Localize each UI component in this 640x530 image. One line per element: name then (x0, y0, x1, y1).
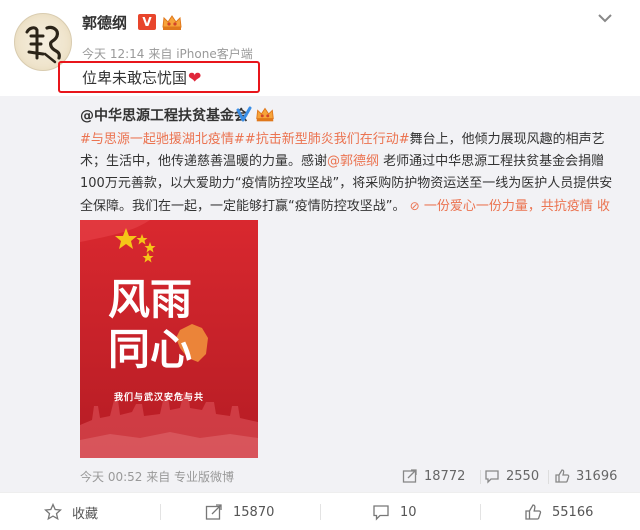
avatar[interactable] (14, 13, 72, 71)
original-post: 郭德纲 V 今天 12:14 来自 iPhone客户端 位卑未敢忘忧国❤ (0, 0, 640, 96)
heart-icon: ❤ (188, 68, 202, 87)
hashtag-link[interactable]: #抗击新型肺炎我们在行动# (245, 132, 410, 147)
post-meta: 今天 12:14 来自 iPhone客户端 (82, 45, 257, 62)
post-source: 来自 iPhone客户端 (148, 47, 253, 61)
action-bar: 收藏 15870 10 55166 (0, 492, 640, 530)
comment-icon (485, 470, 499, 484)
calligraphy-avatar-icon (25, 25, 61, 64)
comment-icon (373, 505, 389, 521)
blue-verified-icon (236, 106, 252, 122)
divider (480, 470, 481, 484)
divider (160, 504, 161, 520)
favorite-label: 收藏 (72, 506, 99, 522)
topic-link[interactable]: 一份爱心一份力量，共抗疫情 (424, 199, 593, 214)
poster-subtitle: 我们与武汉安危与共 (114, 393, 205, 403)
thumbs-up-icon (555, 469, 570, 483)
poster-title-line1: 风雨 (108, 275, 193, 324)
repost-author[interactable]: @中华思源工程扶贫基金会 (80, 105, 248, 125)
repost-source: 来自 专业版微博 (146, 470, 235, 484)
divider (480, 504, 481, 520)
share-count: 18772 (424, 468, 466, 484)
link-icon: ⊘ (409, 199, 420, 213)
share-button[interactable]: 15870 (205, 493, 274, 530)
poster-image[interactable]: 风雨 同心 我们与武汉安危与共 (80, 220, 258, 458)
comment-count: 2550 (506, 468, 540, 484)
mention-link[interactable]: @郭德纲 (327, 154, 379, 169)
chevron-down-icon[interactable] (597, 12, 615, 26)
post-text-content: 位卑未敢忘忧国 (82, 69, 188, 87)
hashtag-link[interactable]: #与思源一起驰援湖北疫情# (80, 132, 245, 147)
post-text: 位卑未敢忘忧国❤ (82, 67, 201, 88)
divider (548, 470, 549, 484)
share-count: 15870 (233, 504, 275, 520)
like-count: 55166 (552, 504, 594, 520)
repost-footer: 今天 00:52 来自 专业版微博 18772 2550 31696 (80, 468, 620, 488)
share-icon (402, 469, 417, 483)
repost-like-stat[interactable]: 31696 (554, 468, 617, 484)
repost-share-stat[interactable]: 18772 (402, 468, 465, 484)
author-name[interactable]: 郭德纲 (82, 12, 127, 33)
like-button[interactable]: 55166 (524, 493, 593, 530)
star-icon (44, 503, 62, 521)
reposted-post: @中华思源工程扶贫基金会 #与思源一起驰援湖北疫情##抗击新型肺炎我们在行动#舞… (0, 96, 640, 530)
repost-comment-stat[interactable]: 2550 (484, 468, 539, 484)
poster-title-line2: 同心 (108, 325, 193, 374)
verified-badge-icon: V (138, 14, 156, 30)
comment-count: 10 (400, 504, 417, 520)
repost-time[interactable]: 今天 00:52 (80, 470, 142, 484)
favorite-button[interactable]: 收藏 (44, 493, 98, 530)
like-count: 31696 (576, 468, 618, 484)
post-time[interactable]: 今天 12:14 (82, 47, 144, 61)
vip-crown-icon (162, 15, 182, 30)
thumbs-up-icon (525, 504, 542, 520)
vip-crown-icon (256, 107, 274, 122)
share-icon (205, 504, 222, 520)
divider (320, 504, 321, 520)
comment-button[interactable]: 10 (372, 493, 417, 530)
repost-meta: 今天 00:52 来自 专业版微博 (80, 468, 234, 485)
